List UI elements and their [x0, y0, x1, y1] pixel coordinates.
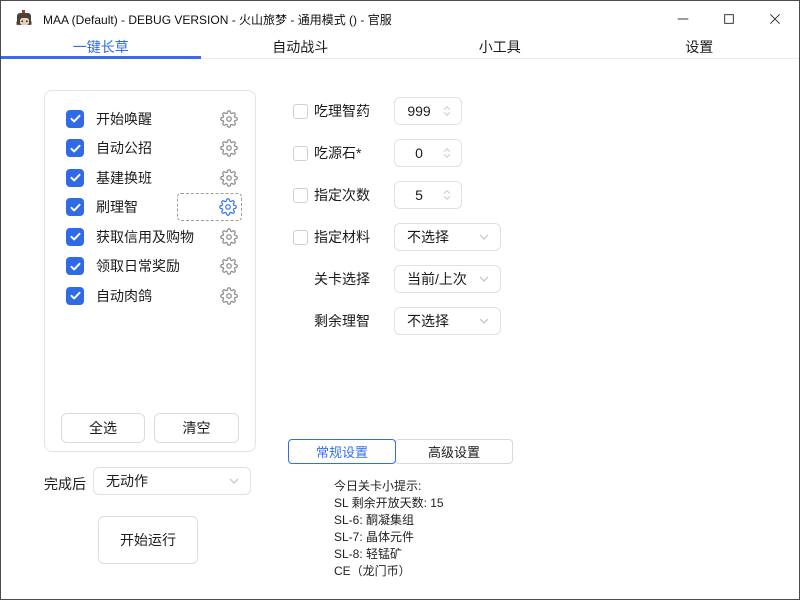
- chevron-down-icon: [226, 473, 242, 489]
- tab-settings[interactable]: 设置: [600, 37, 800, 58]
- task-row-recruit[interactable]: 自动公招: [45, 134, 255, 164]
- task-checkbox-checked[interactable]: [66, 198, 84, 216]
- main-tab-bar: 一键长草 自动战斗 小工具 设置: [1, 37, 799, 59]
- tab-tools[interactable]: 小工具: [400, 37, 600, 58]
- stage-value: 当前/上次: [407, 269, 467, 289]
- task-checkbox-checked[interactable]: [66, 169, 84, 187]
- spinner-updown-icon[interactable]: [439, 103, 455, 119]
- app-window: MAA (Default) - DEBUG VERSION - 火山旅梦 - 通…: [0, 0, 800, 600]
- stone-value: 0: [395, 145, 439, 161]
- after-completion-value: 无动作: [106, 471, 148, 491]
- stone-label: 吃源石*: [314, 143, 394, 163]
- tip-line: SL-8: 轻锰矿: [334, 546, 444, 563]
- tip-line: 今日关卡小提示:: [334, 478, 444, 495]
- spinner-updown-icon[interactable]: [439, 145, 455, 161]
- tip-line: SL-6: 酮凝集组: [334, 512, 444, 529]
- material-label: 指定材料: [314, 227, 394, 247]
- fight-row-stage: 关卡选择 当前/上次: [293, 265, 501, 293]
- task-row-award[interactable]: 领取日常奖励: [45, 252, 255, 282]
- stage-tips: 今日关卡小提示: SL 剩余开放天数: 15 SL-6: 酮凝集组 SL-7: …: [334, 478, 444, 580]
- task-checkbox-checked[interactable]: [66, 257, 84, 275]
- chevron-down-icon: [476, 229, 492, 245]
- tab-copilot[interactable]: 自动战斗: [201, 37, 401, 58]
- task-row-wakeup[interactable]: 开始唤醒: [45, 104, 255, 134]
- task-checkbox-checked[interactable]: [66, 287, 84, 305]
- tab-farming[interactable]: 一键长草: [1, 37, 201, 58]
- material-checkbox[interactable]: [293, 230, 308, 245]
- fight-row-remaining-sanity: 剩余理智 不选择: [293, 307, 501, 335]
- fight-row-medicine: 吃理智药 999: [293, 97, 501, 125]
- times-label: 指定次数: [314, 185, 394, 205]
- medicine-checkbox[interactable]: [293, 104, 308, 119]
- times-value: 5: [395, 187, 439, 203]
- task-label: 自动肉鸽: [96, 286, 152, 306]
- fight-row-material: 指定材料 不选择: [293, 223, 501, 251]
- after-completion-label: 完成后: [44, 474, 86, 494]
- minimize-button[interactable]: [660, 1, 706, 37]
- stone-spinner[interactable]: 0: [394, 139, 462, 167]
- gear-focus-outline: [177, 193, 242, 221]
- medicine-spinner[interactable]: 999: [394, 97, 462, 125]
- task-settings-gear-icon[interactable]: [219, 286, 238, 305]
- chevron-down-icon: [476, 271, 492, 287]
- clear-button[interactable]: 清空: [154, 413, 239, 443]
- task-checkbox-checked[interactable]: [66, 110, 84, 128]
- task-label: 自动公招: [96, 138, 152, 158]
- select-all-button[interactable]: 全选: [61, 413, 145, 443]
- material-value: 不选择: [407, 227, 449, 247]
- task-settings-gear-icon[interactable]: [219, 257, 238, 276]
- task-label: 基建换班: [96, 168, 152, 188]
- task-label: 刷理智: [96, 197, 138, 217]
- stone-checkbox[interactable]: [293, 146, 308, 161]
- task-row-fight[interactable]: 刷理智: [45, 193, 255, 223]
- start-run-button[interactable]: 开始运行: [98, 516, 198, 564]
- maximize-button[interactable]: [706, 1, 752, 37]
- window-controls: [660, 1, 798, 37]
- tip-line: SL-7: 晶体元件: [334, 529, 444, 546]
- tab-advanced-settings[interactable]: 高级设置: [395, 439, 513, 464]
- settings-tab-group: 常规设置 高级设置: [288, 439, 513, 464]
- after-completion-dropdown[interactable]: 无动作: [93, 467, 251, 495]
- remaining-sanity-dropdown[interactable]: 不选择: [394, 307, 501, 335]
- stage-label: 关卡选择: [314, 269, 394, 289]
- medicine-label: 吃理智药: [314, 101, 394, 121]
- task-settings-gear-icon[interactable]: [219, 227, 238, 246]
- remaining-sanity-value: 不选择: [407, 311, 449, 331]
- tip-line: CE（龙门币）: [334, 563, 444, 580]
- maximize-icon: [721, 11, 737, 27]
- app-logo-icon: [14, 9, 34, 29]
- task-settings-gear-icon-focused[interactable]: [218, 198, 237, 217]
- task-settings-gear-icon[interactable]: [219, 109, 238, 128]
- fight-row-times: 指定次数 5: [293, 181, 501, 209]
- times-checkbox[interactable]: [293, 188, 308, 203]
- tab-general-settings[interactable]: 常规设置: [288, 439, 396, 464]
- chevron-down-icon: [476, 313, 492, 329]
- window-title: MAA (Default) - DEBUG VERSION - 火山旅梦 - 通…: [43, 11, 392, 28]
- close-button[interactable]: [752, 1, 798, 37]
- task-label: 开始唤醒: [96, 109, 152, 129]
- task-row-roguelike[interactable]: 自动肉鸽: [45, 281, 255, 311]
- task-row-infrastructure[interactable]: 基建换班: [45, 163, 255, 193]
- tip-line: SL 剩余开放天数: 15: [334, 495, 444, 512]
- task-settings-gear-icon[interactable]: [219, 139, 238, 158]
- task-settings-gear-icon[interactable]: [219, 168, 238, 187]
- material-dropdown[interactable]: 不选择: [394, 223, 501, 251]
- task-checkbox-checked[interactable]: [66, 139, 84, 157]
- task-list-card: 开始唤醒 自动公招 基建换班 刷理智: [44, 90, 256, 452]
- task-label: 领取日常奖励: [96, 256, 180, 276]
- fight-row-stone: 吃源石* 0: [293, 139, 501, 167]
- stage-dropdown[interactable]: 当前/上次: [394, 265, 501, 293]
- times-spinner[interactable]: 5: [394, 181, 462, 209]
- minimize-icon: [675, 11, 691, 27]
- task-checkbox-checked[interactable]: [66, 228, 84, 246]
- task-row-mall[interactable]: 获取信用及购物: [45, 222, 255, 252]
- title-bar: MAA (Default) - DEBUG VERSION - 火山旅梦 - 通…: [1, 1, 799, 37]
- spinner-updown-icon[interactable]: [439, 187, 455, 203]
- fight-settings: 吃理智药 999 吃源石* 0 指定次数 5 指定材料: [293, 97, 501, 335]
- remaining-sanity-label: 剩余理智: [314, 311, 394, 331]
- task-list: 开始唤醒 自动公招 基建换班 刷理智: [45, 104, 255, 311]
- task-label: 获取信用及购物: [96, 227, 194, 247]
- medicine-value: 999: [395, 103, 439, 119]
- close-icon: [767, 11, 783, 27]
